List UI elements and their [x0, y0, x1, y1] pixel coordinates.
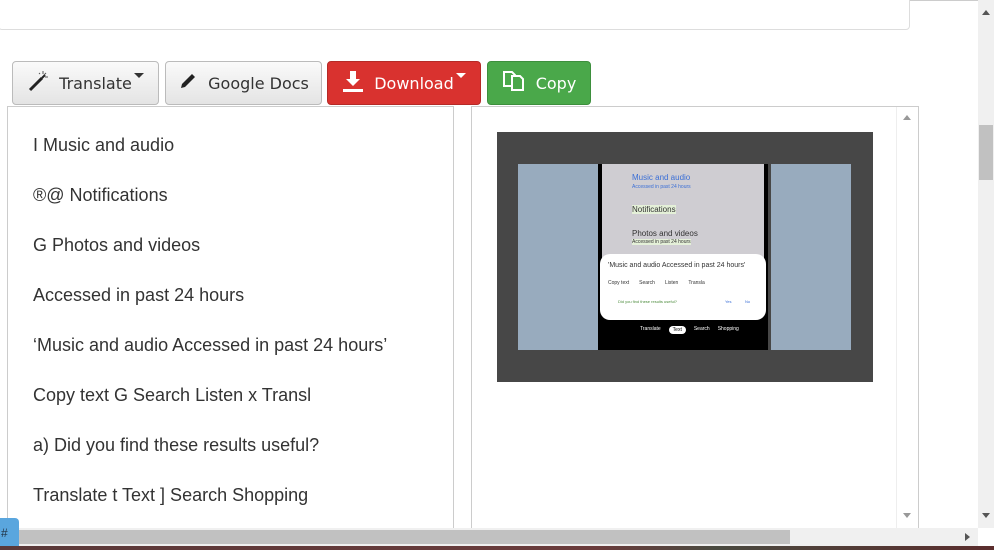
pencil-icon [178, 71, 198, 95]
translate-button[interactable]: Translate [12, 61, 159, 105]
ocr-line: G Photos and videos [33, 235, 201, 255]
page-horizontal-scrollbar[interactable] [0, 528, 978, 546]
image-preview-panel: Music and audio Accessed in past 24 hour… [471, 106, 919, 528]
download-icon [342, 70, 364, 96]
scrollbar-thumb[interactable] [979, 125, 993, 180]
preview-tab: Shopping [717, 326, 739, 332]
scroll-up-icon[interactable] [903, 115, 911, 120]
background-strip [0, 546, 994, 550]
preview-no: No [745, 299, 751, 304]
preview-item: Music and audio [632, 173, 691, 182]
magic-wand-icon [27, 70, 49, 96]
preview-action: Listen [664, 280, 679, 286]
screenshot-preview: Music and audio Accessed in past 24 hour… [497, 132, 873, 382]
google-docs-label: Google Docs [208, 73, 309, 93]
preview-scrollbar[interactable] [896, 107, 918, 528]
preview-action: Search [639, 280, 655, 286]
download-label: Download [374, 73, 454, 93]
preview-tab: Text [668, 326, 686, 334]
copy-icon [502, 70, 526, 96]
scrollbar-thumb[interactable] [18, 530, 790, 544]
page-vertical-scrollbar[interactable] [978, 0, 994, 528]
ocr-line: Copy text G Search Listen x Transl [33, 385, 312, 405]
translate-label: Translate [59, 73, 132, 93]
google-docs-button[interactable]: Google Docs [165, 61, 322, 105]
preview-item: Photos and videos [632, 229, 698, 238]
ocr-line: Translate t Text ] Search Shopping [33, 485, 309, 505]
copy-button[interactable]: Copy [487, 61, 591, 105]
preview-tab: Translate [640, 326, 661, 332]
ocr-line: Accessed in past 24 hours [33, 285, 245, 305]
scroll-down-icon[interactable] [903, 513, 911, 518]
ocr-line: a) Did you find these results useful? [33, 435, 320, 455]
preview-feedback: Did you find these results useful? [618, 299, 677, 304]
preview-item: Accessed in past 24 hours [632, 184, 691, 190]
preview-action: Transla [688, 280, 705, 286]
ocr-line: I Music and audio [33, 135, 175, 155]
caret-down-icon [133, 72, 144, 78]
hash-tag-button[interactable]: # [0, 518, 19, 546]
ocr-text-area[interactable]: I Music and audio ®@ Notifications G Pho… [7, 106, 454, 528]
preview-quote: 'Music and audio Accessed in past 24 hou… [608, 262, 746, 269]
scroll-up-icon[interactable] [982, 10, 990, 15]
scroll-down-icon[interactable] [982, 513, 990, 518]
caret-down-icon [455, 72, 466, 78]
ocr-line: ®@ Notifications [33, 185, 168, 205]
preview-tab: Search [693, 326, 710, 332]
download-button[interactable]: Download [327, 61, 481, 105]
preview-item: Accessed in past 24 hours [632, 239, 691, 245]
ocr-line: ‘Music and audio Accessed in past 24 hou… [33, 335, 388, 355]
preview-yes: Yes [725, 299, 732, 304]
preview-item: Notifications [632, 205, 676, 214]
top-panel [0, 0, 910, 30]
preview-action: Copy text [608, 280, 630, 286]
scroll-right-icon[interactable] [965, 533, 970, 541]
copy-label: Copy [535, 73, 577, 93]
